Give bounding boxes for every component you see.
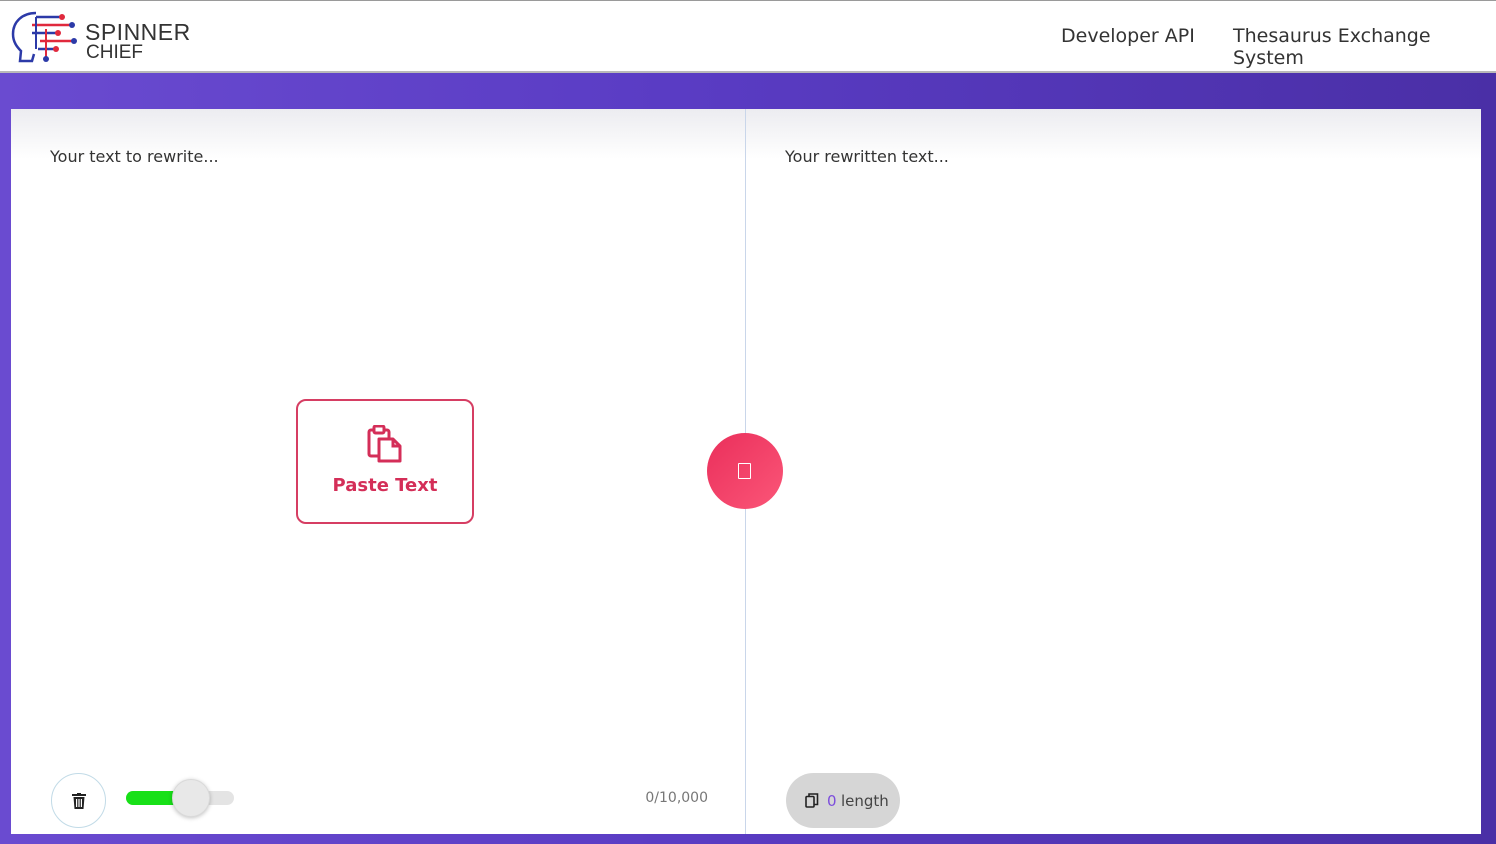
output-textarea[interactable]: Your rewritten text... — [785, 147, 949, 166]
output-length-unit: length — [841, 792, 889, 810]
brain-circuit-logo-icon — [11, 11, 77, 63]
nav-thesaurus-exchange-system[interactable]: Thesaurus Exchange System — [1233, 25, 1496, 69]
square-glyph-icon — [738, 463, 751, 479]
paste-text-label: Paste Text — [332, 475, 438, 496]
logo-wordmark-bottom: CHIEF — [86, 42, 143, 63]
top-navbar: SPINNER CHIEF Developer API Thesaurus Ex… — [0, 0, 1496, 73]
clipboard-icon — [367, 425, 402, 463]
paste-text-button[interactable]: Paste Text — [296, 399, 474, 524]
rewriter-panel: Your text to rewrite... Your rewritten t… — [11, 109, 1481, 834]
copy-icon — [805, 793, 819, 808]
character-counter: 0/10,000 — [645, 790, 708, 806]
slider-thumb[interactable] — [172, 779, 210, 817]
nav-developer-api[interactable]: Developer API — [1061, 25, 1195, 47]
output-length-count: 0 — [827, 792, 837, 810]
rewrite-button[interactable] — [707, 433, 783, 509]
input-textarea[interactable]: Your text to rewrite... — [50, 147, 219, 166]
spinner-chief-logo[interactable]: SPINNER CHIEF — [10, 9, 210, 67]
clear-text-button[interactable] — [51, 773, 106, 828]
copy-output-button[interactable]: 0 length — [786, 773, 900, 828]
trash-icon — [72, 793, 86, 809]
rewrite-level-slider[interactable] — [126, 779, 234, 817]
